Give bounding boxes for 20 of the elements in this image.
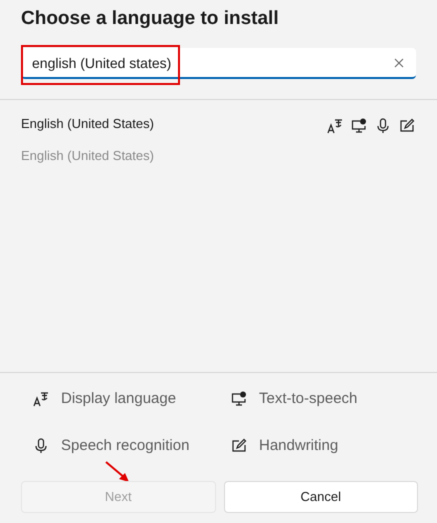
language-name: English (United States) (21, 115, 154, 133)
language-native-name: English (United States) (21, 146, 154, 165)
monitor-speech-icon (351, 118, 367, 134)
handwriting-icon (231, 438, 247, 454)
microphone-icon (375, 118, 391, 134)
dialog-title: Choose a language to install (21, 7, 279, 31)
arrow (105, 461, 130, 483)
font-language-icon (327, 118, 343, 134)
close-icon[interactable] (394, 58, 404, 68)
feature-label: Text-to-speech (259, 389, 358, 409)
microphone-icon (33, 438, 49, 454)
monitor-speech-icon (231, 391, 247, 408)
language-item[interactable]: English (United States) English (United States) (10, 110, 427, 169)
cancel-button[interactable]: Cancel (224, 481, 418, 513)
search-field[interactable]: english (United states) (21, 48, 416, 79)
feature-label: Display language (61, 389, 176, 409)
feature-label: Handwriting (259, 436, 338, 456)
font-language-icon (33, 391, 49, 408)
feature-label: Speech recognition (61, 436, 190, 456)
handwriting-icon (399, 118, 415, 134)
